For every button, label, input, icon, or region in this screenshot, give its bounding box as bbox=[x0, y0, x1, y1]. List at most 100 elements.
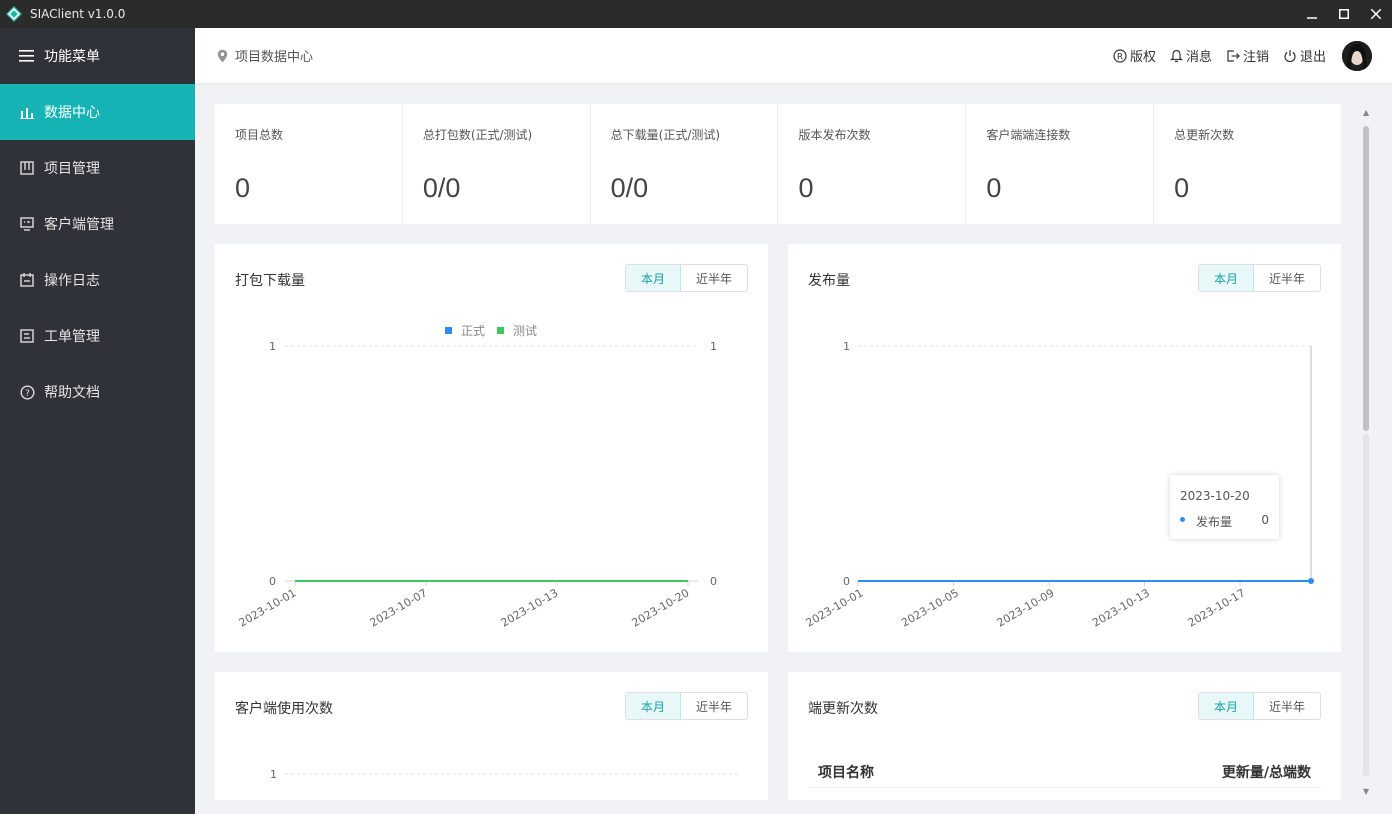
period-toggle: 本月 近半年 bbox=[1198, 692, 1321, 720]
stat-label: 总打包数(正式/测试) bbox=[422, 128, 533, 142]
release-card: 发布量 本月 近半年 0 1 2023-10-01 2023-10-05 2023-10… bbox=[788, 244, 1341, 652]
tooltip-series-name: 发布量 bbox=[1196, 515, 1233, 529]
power-icon bbox=[1283, 49, 1297, 63]
y-tick-label-right: 0 bbox=[710, 575, 717, 588]
x-tick-label: 2023-10-07 bbox=[368, 586, 430, 629]
scrollbar-thumb[interactable] bbox=[1363, 126, 1369, 431]
bell-icon bbox=[1170, 49, 1183, 63]
tooltip-series-value: 0 bbox=[1261, 513, 1269, 527]
maximize-button[interactable] bbox=[1328, 0, 1360, 28]
stats-summary: 项目总数 0 总打包数(正式/测试) 0/0 总下载量(正式/测试) 0/0 版… bbox=[215, 104, 1341, 224]
sidebar-item-label: 操作日志 bbox=[44, 273, 100, 289]
card-title: 端更新次数 bbox=[808, 701, 878, 717]
x-tick-label: 2023-10-01 bbox=[804, 586, 866, 629]
x-tick-label: 2023-10-17 bbox=[1186, 586, 1248, 629]
y-tick-label-left: 1 bbox=[270, 768, 277, 781]
tooltip-date: 2023-10-20 bbox=[1180, 489, 1250, 503]
x-tick-label: 2023-10-13 bbox=[1090, 586, 1152, 629]
sidebar-item-client-management[interactable]: 客户端管理 bbox=[0, 196, 195, 252]
client-usage-chart: 1 bbox=[270, 768, 738, 781]
sidebar-item-operation-log[interactable]: 操作日志 bbox=[0, 252, 195, 308]
sidebar-item-project-management[interactable]: 项目管理 bbox=[0, 140, 195, 196]
sidebar-item-label: 项目管理 bbox=[44, 161, 100, 177]
sign-out-icon bbox=[1226, 49, 1240, 63]
app-title: SIAClient v1.0.0 bbox=[30, 7, 126, 21]
x-tick-label: 2023-10-05 bbox=[899, 586, 961, 629]
tooltip-series-dot bbox=[1180, 517, 1185, 522]
x-tick-label: 2023-10-13 bbox=[499, 586, 561, 629]
sidebar: 功能菜单 数据中心 项目管理 客户端管理 操作日志 工单管理 ? 帮助文档 bbox=[0, 28, 195, 814]
update-count-card: 端更新次数 本月 近半年 项目名称 更新量/总端数 bbox=[788, 672, 1341, 800]
svg-text:?: ? bbox=[25, 389, 30, 399]
avatar[interactable] bbox=[1342, 40, 1372, 71]
sidebar-item-ticket-management[interactable]: 工单管理 bbox=[0, 308, 195, 364]
monitor-icon bbox=[19, 216, 35, 232]
legend-swatch bbox=[445, 327, 452, 334]
stat-download-total: 总下载量(正式/测试) 0/0 bbox=[591, 104, 779, 224]
calendar-icon bbox=[19, 272, 35, 288]
x-tick-label: 2023-10-01 bbox=[237, 586, 299, 629]
stat-label: 版本发布次数 bbox=[798, 128, 871, 142]
legend-label: 正式 bbox=[461, 324, 485, 338]
help-icon: ? bbox=[19, 384, 35, 400]
exit-link[interactable]: 退出 bbox=[1283, 46, 1326, 65]
y-tick-label-right: 1 bbox=[710, 340, 717, 353]
toggle-half-year[interactable]: 近半年 bbox=[1254, 693, 1320, 719]
messages-link[interactable]: 消息 bbox=[1170, 46, 1212, 65]
stat-value: 0 bbox=[798, 173, 814, 203]
update-table-header: 项目名称 更新量/总端数 bbox=[808, 752, 1321, 788]
sidebar-item-label: 数据中心 bbox=[44, 105, 100, 121]
client-usage-card: 客户端使用次数 本月 近半年 1 bbox=[215, 672, 768, 800]
series-point-highlight bbox=[1308, 578, 1314, 584]
sidebar-header-label: 功能菜单 bbox=[44, 49, 100, 65]
stat-package-total: 总打包数(正式/测试) 0/0 bbox=[403, 104, 591, 224]
sidebar-item-help-docs[interactable]: ? 帮助文档 bbox=[0, 364, 195, 420]
package-download-chart: 0 1 0 1 2023-10-01 2023-10-07 2023-10-13 2023-1… bbox=[237, 323, 717, 630]
stat-update-total: 总更新次数 0 bbox=[1154, 104, 1341, 224]
stat-label: 总下载量(正式/测试) bbox=[610, 128, 721, 142]
title-bar: SIAClient v1.0.0 bbox=[0, 0, 1392, 28]
main-scrollbar[interactable]: ▲ ▼ bbox=[1360, 104, 1372, 800]
y-tick-label-left: 0 bbox=[843, 575, 850, 588]
registered-icon: R bbox=[1113, 48, 1127, 63]
sidebar-item-data-center[interactable]: 数据中心 bbox=[0, 84, 195, 140]
stat-label: 客户端端连接数 bbox=[986, 128, 1071, 142]
breadcrumb-label: 项目数据中心 bbox=[235, 50, 314, 65]
hamburger-icon bbox=[19, 50, 34, 62]
scroll-up-arrow-icon[interactable]: ▲ bbox=[1363, 108, 1369, 117]
legend-label: 测试 bbox=[513, 323, 537, 338]
top-header: 项目数据中心 R 版权 消息 注销 退出 bbox=[195, 28, 1392, 83]
ticket-icon bbox=[19, 328, 35, 344]
stat-value: 0 bbox=[986, 173, 1002, 203]
sidebar-item-label: 工单管理 bbox=[44, 329, 100, 345]
scroll-down-arrow-icon[interactable]: ▼ bbox=[1363, 787, 1369, 796]
stat-project-total: 项目总数 0 bbox=[215, 104, 403, 224]
copyright-link[interactable]: R 版权 bbox=[1113, 46, 1156, 65]
x-tick-label: 2023-10-20 bbox=[630, 586, 692, 629]
column-project-name: 项目名称 bbox=[818, 765, 874, 781]
legend-swatch bbox=[497, 327, 504, 334]
minimize-button[interactable] bbox=[1296, 0, 1328, 28]
svg-text:R: R bbox=[1117, 52, 1123, 62]
stat-value: 0/0 bbox=[422, 173, 461, 203]
breadcrumb: 项目数据中心 bbox=[217, 46, 313, 65]
stat-value: 0 bbox=[1174, 173, 1190, 203]
y-tick-label-left: 0 bbox=[269, 575, 276, 588]
bar-chart-icon bbox=[19, 104, 35, 120]
stat-value: 0 bbox=[235, 173, 251, 203]
location-pin-icon bbox=[217, 49, 228, 63]
release-chart: 0 1 2023-10-01 2023-10-05 2023-10-09 2023-10-… bbox=[804, 340, 1314, 630]
project-icon bbox=[19, 160, 35, 176]
y-tick-label-left: 1 bbox=[269, 340, 276, 353]
close-button[interactable] bbox=[1360, 0, 1392, 28]
sidebar-menu-toggle[interactable]: 功能菜单 bbox=[0, 28, 195, 84]
sidebar-item-label: 帮助文档 bbox=[44, 385, 100, 401]
toggle-this-month[interactable]: 本月 bbox=[1199, 693, 1254, 719]
logout-session-link[interactable]: 注销 bbox=[1226, 46, 1269, 65]
stat-client-connections: 客户端端连接数 0 bbox=[966, 104, 1155, 224]
package-download-card: 打包下载量 本月 近半年 0 1 0 1 2023-10-01 2023-10-07 202… bbox=[215, 244, 768, 652]
y-tick-label-left: 1 bbox=[843, 340, 850, 353]
stat-value: 0/0 bbox=[610, 173, 649, 203]
scrollbar-track[interactable] bbox=[1363, 434, 1369, 776]
sidebar-item-label: 客户端管理 bbox=[44, 217, 114, 233]
